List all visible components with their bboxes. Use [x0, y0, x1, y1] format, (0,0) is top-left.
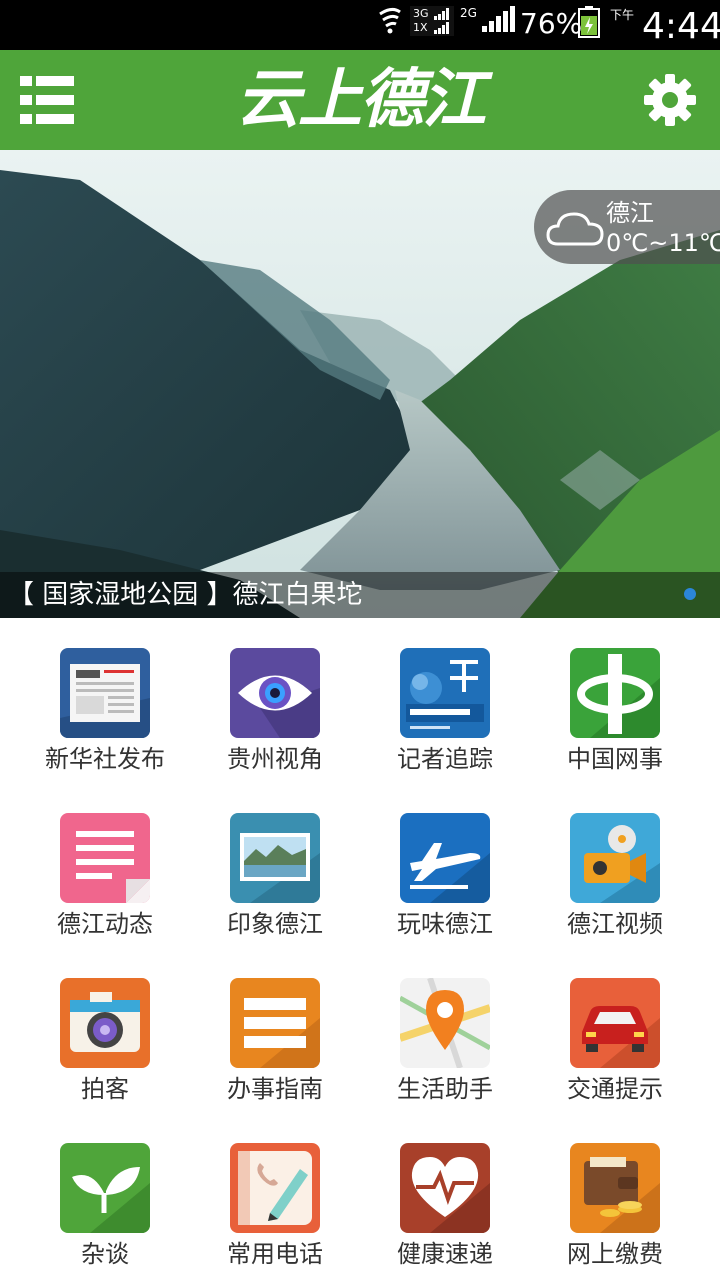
cloud-icon — [546, 212, 604, 246]
grid-item-label: 交通提示 — [567, 1075, 663, 1103]
eye-icon — [230, 648, 320, 738]
network-3g-1x-indicator: 3G 1X — [410, 6, 454, 36]
newspaper-icon — [60, 648, 150, 738]
airplane-icon — [400, 813, 490, 903]
grid-item-label: 健康速递 — [397, 1240, 493, 1268]
weather-widget[interactable]: 德江 0℃~11℃ — [534, 190, 720, 264]
net-1x-label: 1X — [413, 21, 428, 34]
grid-item-label: 办事指南 — [227, 1075, 323, 1103]
grid-item-china-net[interactable]: 中国网事 — [530, 618, 700, 773]
app-header: 云上德江 — [0, 50, 720, 150]
grid-item-xinhua[interactable]: 新华社发布 — [20, 618, 190, 773]
grid-item-reporter-tracking[interactable]: 记者追踪 — [360, 618, 530, 773]
grid-item-label: 贵州视角 — [227, 745, 323, 773]
car-icon — [570, 978, 660, 1068]
wallet-icon — [570, 1143, 660, 1233]
grid-item-phonebook[interactable]: 常用电话 — [190, 1113, 360, 1268]
clock: 4:44 — [642, 6, 720, 47]
camera-icon — [60, 978, 150, 1068]
map-pin-icon — [400, 978, 490, 1068]
banner-caption-bar: 【 国家湿地公园 】德江白果坨 — [0, 572, 720, 618]
grid-item-label: 新华社发布 — [45, 745, 165, 773]
grid-item-impression[interactable]: 印象德江 — [190, 783, 360, 938]
grid-item-label: 中国网事 — [567, 745, 663, 773]
status-bar: 3G 1X 2G 76% 下午 4:44 — [0, 0, 720, 50]
grid-item-service-guide[interactable]: 办事指南 — [190, 948, 360, 1103]
grid-item-dejiang-news[interactable]: 德江动态 — [20, 783, 190, 938]
list-icon — [230, 978, 320, 1068]
net-2g-label: 2G — [460, 6, 477, 20]
sprout-icon — [60, 1143, 150, 1233]
grid-item-label: 网上缴费 — [567, 1240, 663, 1268]
grid-item-label: 德江视频 — [567, 910, 663, 938]
grid-item-online-payment[interactable]: 网上缴费 — [530, 1113, 700, 1268]
battery-percent: 76% — [520, 7, 583, 40]
grid-item-traffic[interactable]: 交通提示 — [530, 948, 700, 1103]
phonebook-icon — [230, 1143, 320, 1233]
grid-item-health[interactable]: 健康速递 — [360, 1113, 530, 1268]
weather-city: 德江 — [606, 199, 654, 227]
banner-carousel[interactable]: 德江 0℃~11℃ 【 国家湿地公园 】德江白果坨 — [0, 150, 720, 618]
grid-item-guizhou-view[interactable]: 贵州视角 — [190, 618, 360, 773]
grid-item-label: 常用电话 — [227, 1240, 323, 1268]
grid-item-chat[interactable]: 杂谈 — [20, 1113, 190, 1268]
grid-item-video[interactable]: 德江视频 — [530, 783, 700, 938]
grid-item-photographer[interactable]: 拍客 — [20, 948, 190, 1103]
carousel-indicator-dot[interactable] — [684, 588, 696, 600]
landscape-photo-icon — [230, 813, 320, 903]
grid-item-life-helper[interactable]: 生活助手 — [360, 948, 530, 1103]
video-camera-icon — [570, 813, 660, 903]
menu-icon — [20, 74, 74, 126]
banner-caption: 【 国家湿地公园 】德江白果坨 — [8, 580, 363, 610]
heart-pulse-icon — [400, 1143, 490, 1233]
grid-item-label: 印象德江 — [227, 910, 323, 938]
reporter-tracking-icon — [400, 648, 490, 738]
app-title: 云上德江 — [236, 62, 486, 137]
wifi-icon — [379, 7, 401, 34]
grid-item-explore[interactable]: 玩味德江 — [360, 783, 530, 938]
gear-icon — [644, 74, 696, 126]
signal-icon — [482, 6, 515, 32]
battery-icon — [578, 6, 600, 38]
grid-item-label: 德江动态 — [57, 910, 153, 938]
grid-item-label: 拍客 — [81, 1075, 129, 1103]
settings-button[interactable] — [642, 72, 698, 128]
document-icon — [60, 813, 150, 903]
ampm-label: 下午 — [610, 8, 635, 22]
grid-item-label: 生活助手 — [397, 1075, 493, 1103]
grid-item-label: 玩味德江 — [397, 910, 493, 938]
grid-item-label: 记者追踪 — [397, 745, 493, 773]
grid-item-label: 杂谈 — [81, 1240, 129, 1268]
feature-grid: 新华社发布 贵州视角 记者追踪 中国网事 德江动态 印象德江 玩味德江 德江视频… — [0, 618, 720, 1280]
china-net-icon — [570, 648, 660, 738]
weather-temperature: 0℃~11℃ — [606, 229, 720, 257]
net-3g-label: 3G — [413, 7, 429, 20]
menu-button[interactable] — [20, 74, 74, 126]
